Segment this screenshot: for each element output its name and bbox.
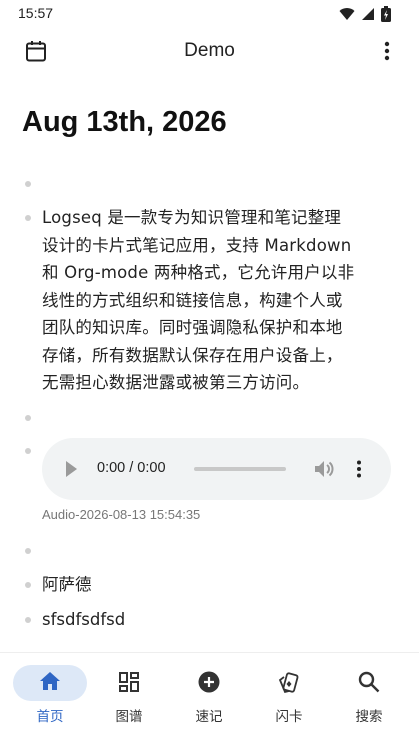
more-vert-icon — [384, 41, 390, 61]
block-bullet[interactable] — [25, 448, 31, 454]
app-bar: Demo — [0, 28, 419, 74]
paragraph-line: 设计的卡片式笔记应用，支持 Markdown — [42, 235, 352, 255]
block-bullet[interactable] — [25, 415, 31, 421]
nav-item-quick-note[interactable]: 速记 — [167, 653, 251, 733]
battery-icon — [381, 6, 391, 22]
signal-icon — [362, 8, 374, 20]
text-block[interactable]: sfsdfsdfsd — [42, 606, 125, 634]
search-icon — [358, 671, 380, 693]
add-circle-icon — [198, 671, 220, 693]
paragraph-line: 团队的知识库。同时强调隐私保护和本地 — [42, 318, 343, 337]
nav-label: 闪卡 — [275, 709, 303, 725]
play-icon[interactable] — [64, 460, 78, 478]
block-bullet[interactable] — [25, 548, 31, 554]
block-bullet[interactable] — [25, 617, 31, 623]
home-icon — [40, 672, 60, 690]
paragraph-line: 和 Org-mode 两种格式，它允许用户以非 — [42, 263, 355, 282]
audio-seek-slider[interactable] — [194, 467, 286, 471]
more-options-button[interactable] — [372, 36, 402, 66]
paragraph-line: 线性的方式组织和链接信息，构建个人或 — [42, 290, 343, 310]
status-bar: 15:57 — [0, 0, 419, 28]
audio-time: 0:00 / 0:00 — [97, 460, 166, 476]
nav-label: 搜索 — [355, 709, 383, 725]
nav-item-flashcards[interactable]: 闪卡 — [247, 653, 331, 733]
audio-caption: Audio-2026-08-13 15:54:35 — [42, 507, 201, 522]
nav-label: 速记 — [195, 709, 223, 725]
nav-item-home[interactable]: 首页 — [8, 653, 92, 733]
audio-more-icon[interactable] — [356, 460, 362, 478]
page-title-bar: Demo — [184, 40, 235, 61]
wifi-icon — [339, 8, 355, 20]
status-time: 15:57 — [18, 5, 54, 21]
block-bullet[interactable] — [25, 181, 31, 187]
nav-label: 首页 — [36, 709, 64, 725]
block-bullet[interactable] — [25, 582, 31, 588]
paragraph-line: Logseq 是一款专为知识管理和笔记整理 — [42, 208, 342, 227]
paragraph-block[interactable]: Logseq 是一款专为知识管理和笔记整理 设计的卡片式笔记应用，支持 Mark… — [42, 204, 387, 397]
audio-player[interactable]: 0:00 / 0:00 — [42, 438, 391, 500]
nav-item-search[interactable]: 搜索 — [327, 653, 411, 733]
volume-icon[interactable] — [314, 460, 334, 478]
cards-icon — [278, 672, 299, 694]
block-bullet[interactable] — [25, 215, 31, 221]
journal-date-title[interactable]: Aug 13th, 2026 — [22, 106, 227, 139]
status-icons — [339, 6, 391, 22]
nav-label: 图谱 — [115, 709, 143, 725]
nav-item-graph[interactable]: 图谱 — [87, 653, 171, 733]
bottom-navigation: 首页 图谱 速记 闪卡 搜索 — [0, 652, 419, 745]
text-block[interactable]: 阿萨德 — [42, 571, 92, 599]
grid-icon — [119, 672, 139, 692]
paragraph-line: 无需担心数据泄露或被第三方访问。 — [42, 373, 310, 392]
paragraph-line: 存储，所有数据默认保存在用户设备上， — [42, 345, 343, 365]
